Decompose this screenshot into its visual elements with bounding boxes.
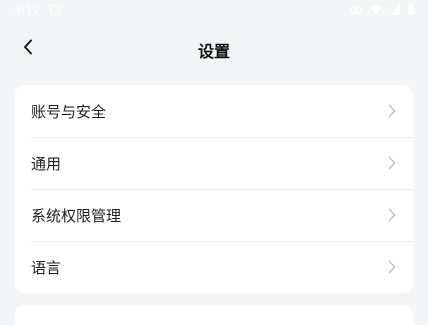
notification-icon (50, 5, 60, 15)
wifi-icon (370, 4, 382, 15)
chevron-right-icon (388, 156, 396, 170)
settings-item-label: 语言 (31, 258, 62, 277)
settings-item-label: 通用 (31, 154, 62, 173)
settings-item-label: 系统权限管理 (31, 206, 122, 225)
header: 设置 (0, 28, 428, 68)
status-icons (350, 4, 414, 15)
battery-icon (408, 4, 414, 15)
settings-item-language[interactable]: 语言 (15, 241, 413, 293)
signal-icon (390, 4, 400, 15)
settings-item-account-security[interactable]: 账号与安全 (15, 85, 413, 137)
settings-item-general[interactable]: 通用 (15, 137, 413, 189)
status-bar: 4:12 (0, 0, 428, 24)
chevron-right-icon (388, 260, 396, 274)
settings-list-secondary (15, 305, 413, 325)
status-time: 4:12 (14, 4, 41, 17)
settings-item-label: 账号与安全 (31, 102, 107, 121)
settings-item-system-permissions[interactable]: 系统权限管理 (15, 189, 413, 241)
settings-list: 账号与安全 通用 系统权限管理 语言 (15, 85, 413, 293)
chevron-right-icon (388, 208, 396, 222)
eye-icon (350, 5, 362, 14)
chevron-right-icon (388, 104, 396, 118)
page-title: 设置 (197, 42, 230, 61)
